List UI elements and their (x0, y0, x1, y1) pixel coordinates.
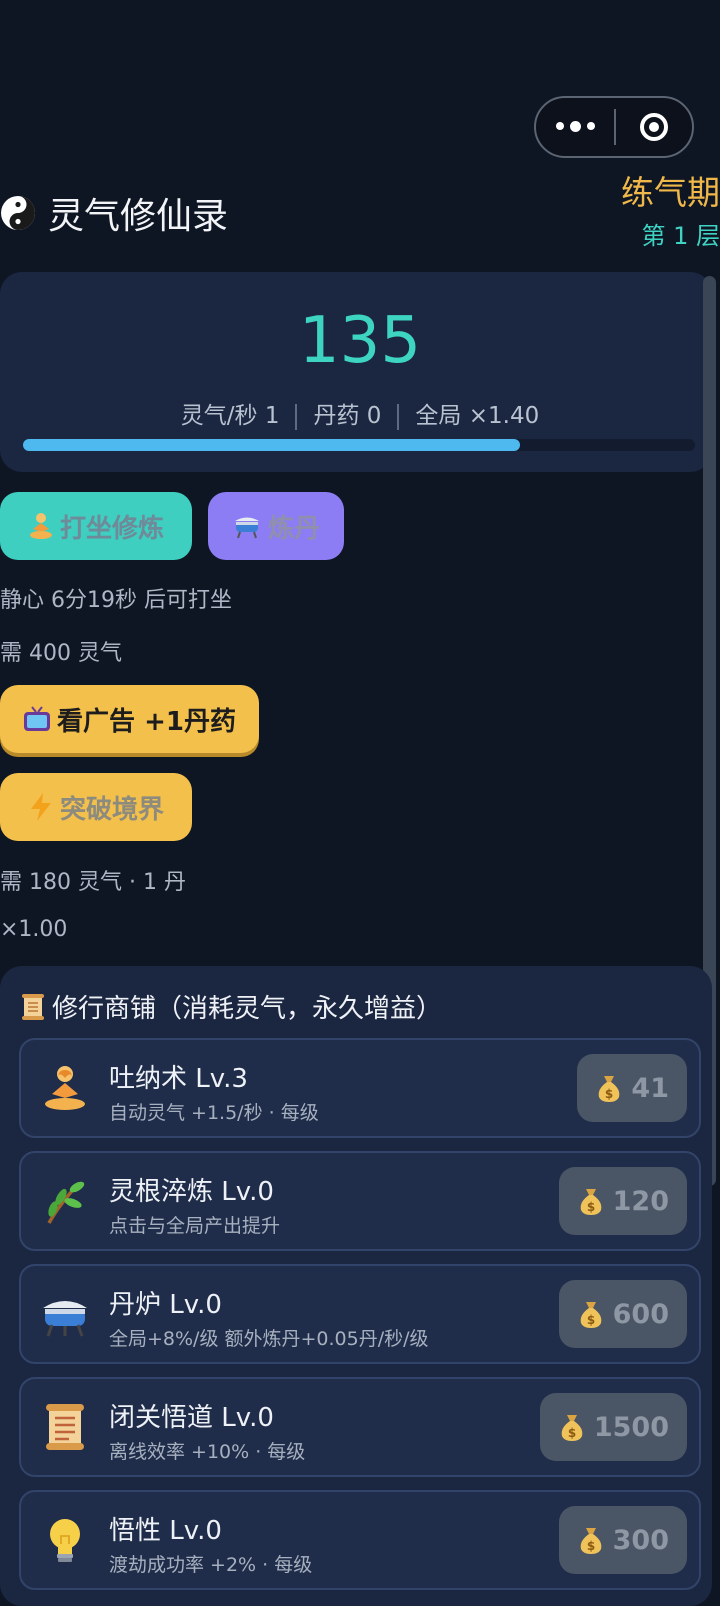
shop-item-desc: 渡劫成功率 +2% · 每级 (109, 1554, 313, 1576)
money-bag-icon: $ (580, 1528, 601, 1554)
more-menu-icon[interactable] (536, 120, 614, 132)
shop-header: 修行商铺（消耗灵气，永久增益） (20, 988, 442, 1025)
svg-text:$: $ (605, 1087, 613, 1101)
meditation-icon (45, 1066, 85, 1110)
close-miniprogram-icon[interactable] (616, 113, 692, 141)
shop-item-name: 吐纳术 Lv.3 (109, 1064, 248, 1094)
stats-line: 灵气/秒 1 丹药 0 全局 ×1.40 (0, 396, 720, 430)
svg-text:$: $ (586, 1200, 594, 1214)
tv-icon (24, 706, 51, 731)
breakthrough-cost: 需 180 灵气 · 1 丹 (0, 870, 186, 895)
herb-icon (47, 1181, 85, 1224)
realm-name: 练气期 (621, 173, 720, 212)
price-value: 1500 (593, 1411, 669, 1443)
svg-text:$: $ (568, 1426, 576, 1440)
lightning-icon (30, 793, 51, 821)
breakthrough-button[interactable]: 突破境界 (0, 773, 192, 841)
shop-item-breathing: 吐纳术 Lv.3 自动灵气 +1.5/秒 · 每级 $ 41 (19, 1038, 701, 1138)
app-title: 灵气修仙录 (48, 196, 229, 237)
global-multiplier: 全局 ×1.40 (415, 403, 540, 429)
qi-progress-bar (23, 439, 695, 451)
scroll-icon (46, 1404, 84, 1450)
price-value: 300 (612, 1524, 669, 1556)
buy-button[interactable]: $ 300 (558, 1506, 687, 1574)
qi-rate: 灵气/秒 1 (180, 403, 280, 429)
shop-item-comprehension: 悟性 Lv.0 渡劫成功率 +2% · 每级 $ 300 (19, 1490, 701, 1590)
shop-item-name: 悟性 Lv.0 (109, 1516, 222, 1546)
price-value: 41 (631, 1072, 669, 1104)
shop-item-desc: 点击与全局产出提升 (109, 1215, 281, 1237)
meditate-cooldown: 静心 6分19秒 后可打坐 (0, 588, 232, 613)
cauldron-icon (43, 1301, 87, 1337)
divider (295, 403, 298, 430)
lightbulb-icon (50, 1519, 80, 1562)
price-value: 120 (612, 1185, 669, 1217)
meditate-button[interactable]: 打坐修炼 (0, 492, 192, 560)
buy-button[interactable]: $ 600 (558, 1280, 687, 1348)
watch-ad-label: 看广告 +1丹药 (57, 706, 236, 737)
shop-item-desc: 自动灵气 +1.5/秒 · 每级 (109, 1102, 319, 1124)
breakthrough-multiplier: ×1.00 (0, 917, 68, 942)
price-value: 600 (612, 1298, 669, 1330)
app-header: 灵气修仙录 (0, 188, 228, 238)
alchemy-cost: 需 400 灵气 (0, 641, 122, 666)
alchemy-label: 炼丹 (267, 513, 320, 544)
alchemy-button[interactable]: 炼丹 (208, 492, 344, 560)
cauldron-icon (234, 517, 259, 539)
realm-indicator: 练气期 第 1 层 (621, 172, 720, 254)
qi-progress-fill (23, 439, 521, 451)
yin-yang-icon (1, 196, 36, 230)
money-bag-icon: $ (561, 1415, 583, 1441)
shop-item-seclusion: 闭关悟道 Lv.0 离线效率 +10% · 每级 $ 1500 (19, 1377, 701, 1477)
shop-title: 修行商铺（消耗灵气，永久增益） (52, 994, 443, 1024)
pill-count: 丹药 0 (313, 403, 382, 429)
buy-button[interactable]: $ 120 (558, 1167, 687, 1235)
buy-button[interactable]: $ 41 (577, 1054, 687, 1122)
money-bag-icon: $ (599, 1076, 620, 1102)
realm-layer: 第 1 层 (641, 222, 720, 250)
meditate-label: 打坐修炼 (59, 513, 164, 544)
qi-counter: 135 (298, 304, 422, 378)
shop-item-name: 丹炉 Lv.0 (109, 1290, 222, 1320)
money-bag-icon: $ (580, 1189, 601, 1215)
shop-item-desc: 全局+8%/级 额外炼丹+0.05丹/秒/级 (109, 1328, 429, 1350)
shop-item-name: 灵根淬炼 Lv.0 (109, 1177, 274, 1207)
breakthrough-label: 突破境界 (59, 794, 164, 825)
shop-item-spirit-root: 灵根淬炼 Lv.0 点击与全局产出提升 $ 120 (19, 1151, 701, 1251)
meditation-icon (29, 513, 52, 539)
buy-button[interactable]: $ 1500 (539, 1393, 687, 1461)
divider (397, 403, 400, 430)
svg-text:$: $ (586, 1539, 594, 1553)
shop-item-furnace: 丹炉 Lv.0 全局+8%/级 额外炼丹+0.05丹/秒/级 $ 600 (19, 1264, 701, 1364)
shop-item-desc: 离线效率 +10% · 每级 (109, 1441, 306, 1463)
svg-text:$: $ (586, 1313, 594, 1327)
money-bag-icon: $ (580, 1302, 601, 1328)
shop-item-name: 闭关悟道 Lv.0 (109, 1403, 274, 1433)
scroll-icon (22, 993, 44, 1020)
watch-ad-button[interactable]: 看广告 +1丹药 (0, 685, 259, 753)
miniprogram-capsule (534, 96, 694, 158)
